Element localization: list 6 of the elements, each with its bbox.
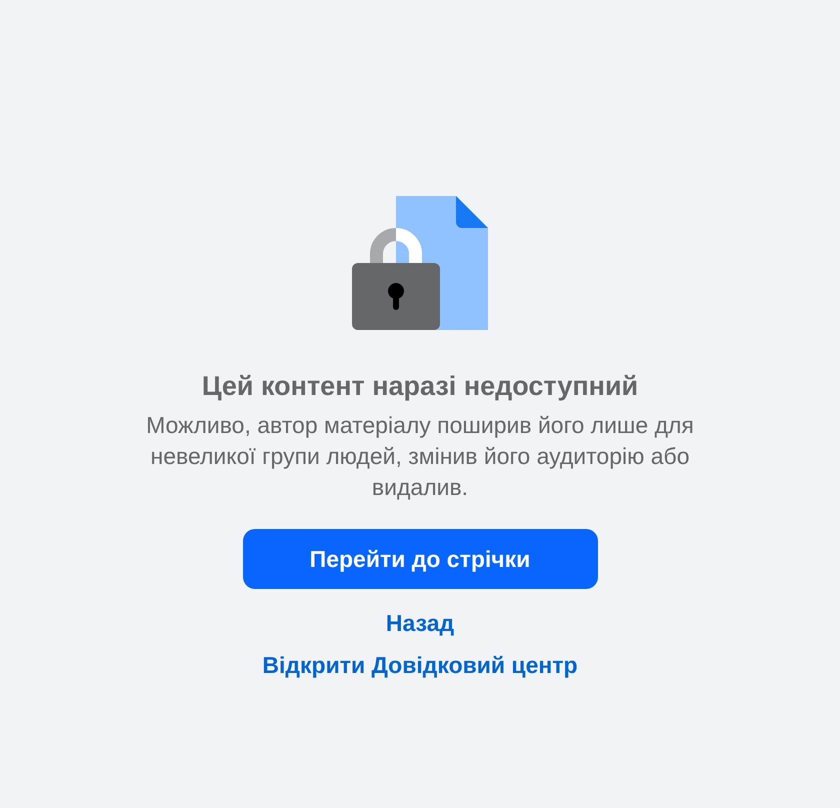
help-center-link[interactable]: Відкрити Довідковий центр: [262, 649, 578, 681]
locked-document-icon: [352, 196, 488, 330]
message-text: Можливо, автор матеріалу поширив його лише для невеликої групи людей, змінив його аудиторію або видалив.: [145, 411, 695, 502]
go-to-feed-button[interactable]: Перейти до стрічки: [242, 529, 598, 589]
back-link[interactable]: Назад: [386, 607, 454, 639]
heading: Цей контент наразі недоступний: [202, 370, 638, 402]
